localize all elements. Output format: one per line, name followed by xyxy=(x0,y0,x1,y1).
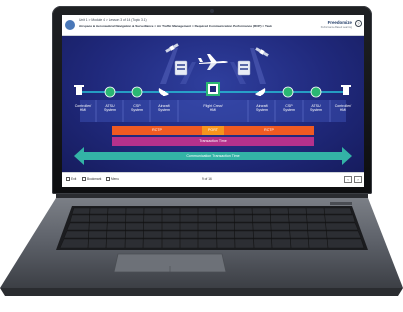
atsu-node-icon xyxy=(104,86,116,98)
exit-icon xyxy=(66,177,70,181)
help-button[interactable]: ? xyxy=(355,20,362,27)
menu-label: Menu xyxy=(111,177,119,181)
csp-node-icon xyxy=(131,86,143,98)
brand-tagline: Performance-Based Learning xyxy=(320,25,352,29)
deck-front-edge xyxy=(0,288,403,296)
keyboard-keys xyxy=(59,207,365,249)
keyboard-deck xyxy=(0,198,403,296)
rcp-diagram: Controller/ HMI ATSU System CSP System A… xyxy=(62,36,364,172)
node-label-atsu-right: ATSU System xyxy=(310,104,322,113)
communication-time-label: Communication Transaction Time xyxy=(186,154,240,158)
course-breadcrumb: Unit 1 > Module 4 > Lesson 3 of 14 (Topi… xyxy=(79,18,147,22)
webcam-icon xyxy=(210,9,214,13)
menu-icon xyxy=(106,177,110,181)
node-label-aircraft-left: Aircraft System xyxy=(158,104,170,113)
laptop-base xyxy=(0,198,403,302)
bookmark-button[interactable]: Bookmark xyxy=(82,177,101,181)
node-label-csp-left: CSP System xyxy=(131,104,143,113)
ground-station-icon xyxy=(237,60,251,76)
ground-station-icon xyxy=(174,60,188,76)
transaction-time-bar: Transaction Time xyxy=(112,137,314,146)
exit-label: Exit xyxy=(71,177,77,181)
home-icon[interactable] xyxy=(65,20,75,30)
satellite-icon xyxy=(255,47,269,57)
app-header: Unit 1 > Module 4 > Lesson 3 of 14 (Topi… xyxy=(62,15,364,36)
controller-workstation-icon xyxy=(74,85,84,95)
avionics-display-icon xyxy=(206,82,220,96)
atsu-node-icon xyxy=(310,86,322,98)
next-page-button[interactable]: › xyxy=(354,176,362,183)
node-label-aircraft-right: Aircraft System xyxy=(256,104,268,113)
laptop-screen: Unit 1 > Module 4 > Lesson 3 of 14 (Topi… xyxy=(62,15,364,187)
node-label-controller-right: Controller/ HMI xyxy=(334,104,352,113)
exit-button[interactable]: Exit xyxy=(66,177,76,181)
segment-rctp-right: RCTP xyxy=(224,126,314,135)
app-footer: Exit Bookmark Menu 9 of 16 ‹ › xyxy=(62,172,364,187)
segment-port: PORT xyxy=(202,126,224,135)
bookmark-icon xyxy=(82,177,86,181)
node-label-csp-right: CSP System xyxy=(283,104,295,113)
node-label-controller-left: Controller/ HMI xyxy=(74,104,92,113)
segment-rctp-left: RCTP xyxy=(112,126,202,135)
lesson-title: Airspace & Aeronautical Navigation & Sur… xyxy=(79,24,272,28)
page-indicator: 9 of 16 xyxy=(202,177,212,181)
node-label-atsu-left: ATSU System xyxy=(104,104,116,113)
menu-button[interactable]: Menu xyxy=(106,177,119,181)
prev-page-button[interactable]: ‹ xyxy=(344,176,352,183)
power-button xyxy=(330,202,352,205)
brand-logo: Freedomize xyxy=(327,20,352,25)
node-label-flight-crew: Flight Crew/ HMI xyxy=(203,104,223,113)
controller-workstation-icon xyxy=(341,85,351,95)
csp-node-icon xyxy=(282,86,294,98)
aircraft-icon xyxy=(198,54,228,70)
bookmark-label: Bookmark xyxy=(87,177,102,181)
